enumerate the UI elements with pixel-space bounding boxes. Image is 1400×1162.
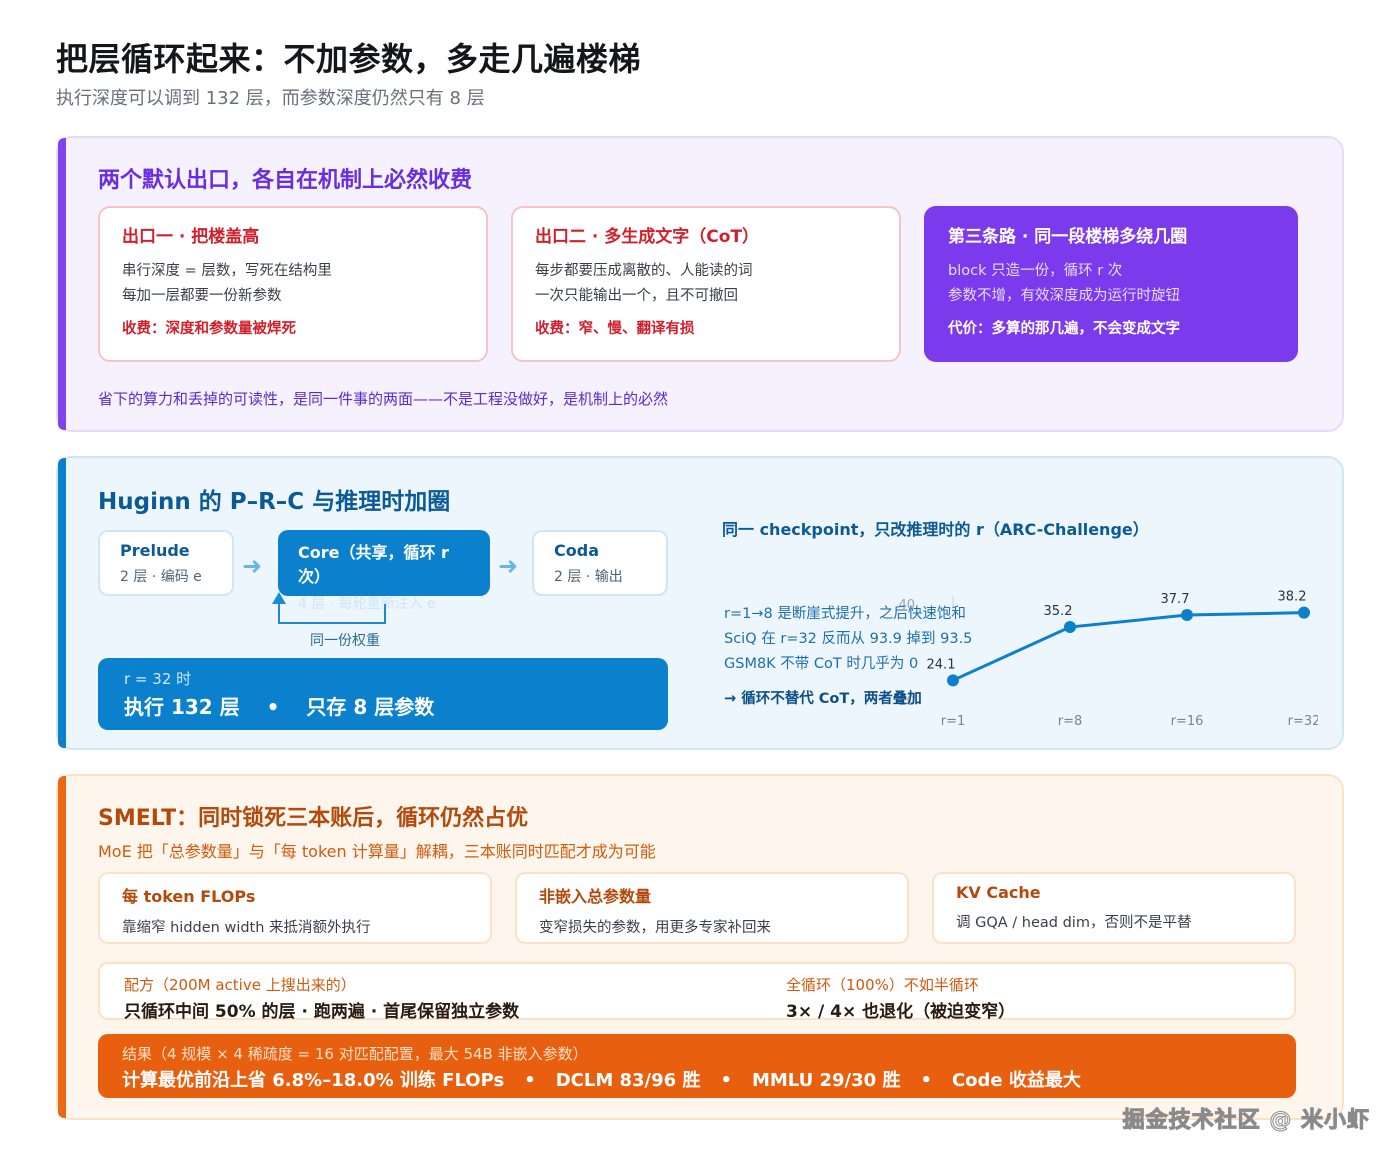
smelt-title: SMELT：同时锁死三本账后，循环仍然占优 [98,806,529,831]
third-path-card: 第三条路 · 同一段楼梯多绕几圈 block 只造一份，循环 r 次 参数不增，… [924,206,1298,362]
core-name: Core（共享，循环 r 次） [298,543,449,586]
loop-back-arrow [272,592,386,624]
exit-card-cost: 收费：深度和参数量被焊死 [122,321,296,337]
coda-name: Coda [554,541,599,560]
chart-conclusion: → 循环不替代 CoT，两者叠加 [724,689,922,707]
exit-card-line: 参数不增，有效深度成为运行时旋钮 [948,288,1180,304]
exits-panel: 两个默认出口，各自在机制上必然收费 出口一 · 把楼盖高 串行深度 = 层数，写… [56,136,1344,432]
exit-card-2: 出口二 · 多生成文字（CoT） 每步都要压成离散的、人能读的词 一次只能输出一… [511,206,901,362]
x-tick-label: r=8 [1058,714,1083,729]
exit-card-cost: 代价：多算的那几遍，不会变成文字 [948,321,1180,337]
data-point [1064,621,1076,634]
recipe-label: 配方（200M active 上搜出来的） [124,976,356,994]
account-card-flops: 每 token FLOPs 靠缩窄 hidden width 来抵消额外执行 [98,872,492,944]
account-desc: 变窄损失的参数，用更多专家补回来 [539,920,771,936]
separator-dot: • [524,1070,536,1091]
exit-card-heading: 第三条路 · 同一段楼梯多绕几圈 [948,227,1188,247]
data-point [1298,606,1310,619]
result-item: Code 收益最大 [951,1070,1081,1091]
exit-card-line: 每步都要压成离散的、人能读的词 [535,263,753,279]
recipe-box: 配方（200M active 上搜出来的） 只循环中间 50% 的层 · 跑两遍… [98,962,1296,1022]
separator-dot: • [920,1070,932,1091]
exec-params: 只存 8 层参数 [306,695,435,719]
page-title: 把层循环起来：不加参数，多走几遍楼梯 [56,40,642,78]
exit-card-line: 串行深度 = 层数，写死在结构里 [122,263,332,279]
full-loop-label: 全循环（100%）不如半循环 [786,976,979,994]
core-box: Core（共享，循环 r 次） 4 层 · 每轮重新注入 e [278,530,490,612]
result-item: MMLU 29/30 胜 [751,1070,901,1091]
data-label: 37.7 [1161,592,1190,607]
separator-dot: • [720,1070,732,1091]
account-desc: 调 GQA / head dim，否则不是平替 [956,915,1192,931]
watermark: 掘金技术社区 @ 米小虾 [1122,1108,1370,1134]
prelude-name: Prelude [120,541,190,560]
result-item: 计算最优前沿上省 6.8%–18.0% 训练 FLOPs [122,1070,505,1091]
data-label: 35.2 [1044,604,1073,619]
exits-title: 两个默认出口，各自在机制上必然收费 [98,168,473,193]
prelude-box: Prelude 2 层 · 编码 e [98,530,234,596]
x-tick-label: r=1 [941,714,966,729]
chart-note: r=1→8 是断崖式提升，之后快速饱和 [724,605,966,622]
loop-label: 同一份权重 [310,633,380,649]
exec-summary: r = 32 时 执行 132 层 • 只存 8 层参数 [98,658,668,730]
chart-note: SciQ 在 r=32 反而从 93.9 掉到 93.5 [724,630,972,647]
panel-accent-bar [58,138,66,430]
exit-card-heading: 出口一 · 把楼盖高 [122,227,260,247]
exit-card-line: block 只造一份，循环 r 次 [948,263,1123,279]
exit-card-1: 出口一 · 把楼盖高 串行深度 = 层数，写死在结构里 每加一层都要一份新参数 … [98,206,488,362]
coda-desc: 2 层 · 输出 [554,569,623,585]
exit-card-line: 每加一层都要一份新参数 [122,288,282,304]
chart-note: GSM8K 不带 CoT 时几乎为 0 [724,655,918,672]
data-point [1181,609,1193,622]
exits-footer: 省下的算力和丢掉的可读性，是同一件事的两面——不是工程没做好，是机制上的必然 [98,390,669,408]
arc-chart-svg: 204024.1r=135.2r=837.7r=1638.2r=32r=1→8 … [724,590,1318,729]
series-line [952,611,1305,682]
x-tick-label: r=32 [1288,714,1318,729]
exec-layers: 执行 132 层 [124,695,240,719]
result-item: DCLM 83/96 胜 [555,1070,701,1091]
coda-box: Coda 2 层 · 输出 [532,530,668,596]
account-heading: 每 token FLOPs [122,887,256,906]
prelude-desc: 2 层 · 编码 e [120,569,202,585]
data-label: 24.1 [927,657,956,672]
chart-title: 同一 checkpoint，只改推理时的 r（ARC-Challenge） [722,520,1149,539]
huginn-panel: Huginn 的 P–R–C 与推理时加圈 Prelude 2 层 · 编码 e… [56,456,1344,750]
arrow-right-icon: ➜ [242,552,263,580]
panel-accent-bar [58,776,66,1118]
separator-dot: • [266,695,280,719]
huginn-title: Huginn 的 P–R–C 与推理时加圈 [98,489,451,515]
x-tick-label: r=16 [1171,714,1204,729]
account-heading: 非嵌入总参数量 [539,887,652,906]
smelt-panel: SMELT：同时锁死三本账后，循环仍然占优 MoE 把「总参数量」与「每 tok… [56,774,1344,1120]
exec-condition: r = 32 时 [124,670,192,688]
exit-card-heading: 出口二 · 多生成文字（CoT） [535,227,760,247]
exit-card-line: 一次只能输出一个，且不可撤回 [535,288,738,304]
account-card-kvcache: KV Cache 调 GQA / head dim，否则不是平替 [932,872,1296,944]
data-label: 38.2 [1278,590,1307,605]
smelt-subtitle: MoE 把「总参数量」与「每 token 计算量」解耦，三本账同时匹配才成为可能 [98,842,656,861]
exit-card-cost: 收费：窄、慢、翻译有损 [535,321,695,337]
data-point [947,674,959,687]
account-card-params: 非嵌入总参数量 变窄损失的参数，用更多专家补回来 [515,872,909,944]
account-heading: KV Cache [956,883,1041,902]
account-desc: 靠缩窄 hidden width 来抵消额外执行 [122,920,371,936]
arrow-up-icon [272,592,286,604]
arc-chart: 20 40 24.1 r=1 35.2 r=8 37.7 r=16 38.2 r=32 r=1→8 … [708,508,1318,738]
full-loop-value: 3× / 4× 也退化（被迫变窄） [786,1002,1016,1022]
panel-accent-bar [58,458,66,748]
recipe-value: 只循环中间 50% 的层 · 跑两遍 · 首尾保留独立参数 [124,1002,520,1022]
arrow-right-icon: ➜ [498,552,519,580]
page-subtitle: 执行深度可以调到 132 层，而参数深度仍然只有 8 层 [56,88,485,109]
result-banner: 结果（4 规模 × 4 稀疏度 = 16 对匹配配置，最大 54B 非嵌入参数）… [98,1034,1296,1098]
result-condition: 结果（4 规模 × 4 稀疏度 = 16 对匹配配置，最大 54B 非嵌入参数） [122,1045,588,1063]
